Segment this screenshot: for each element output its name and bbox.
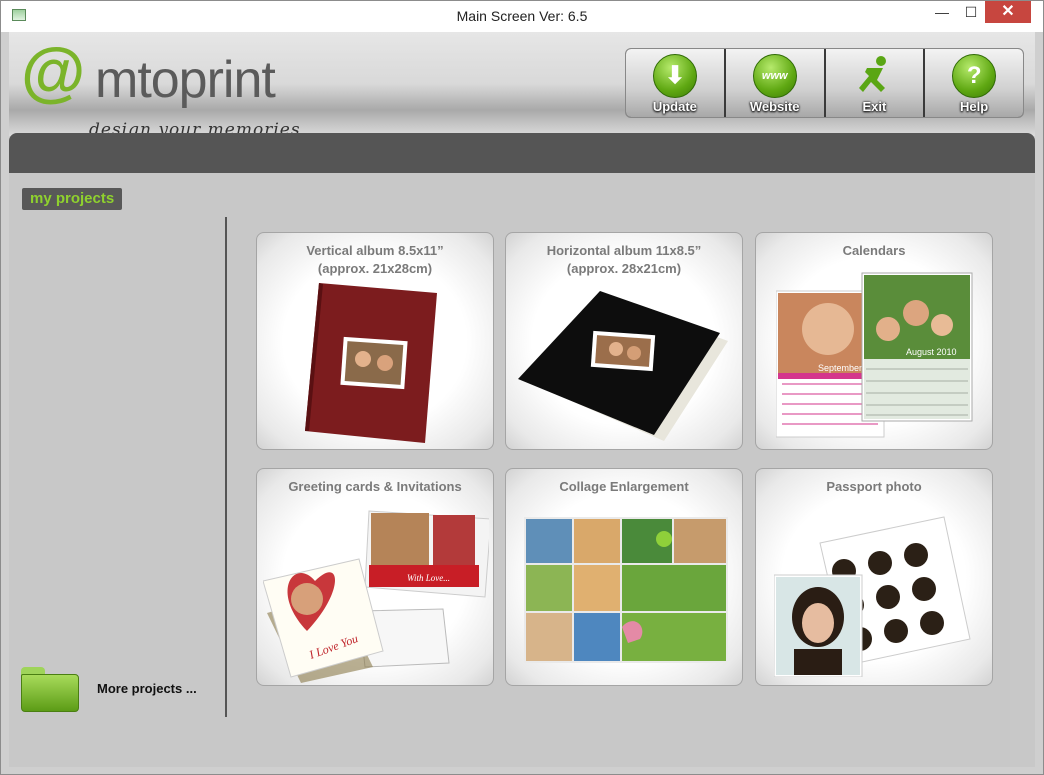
project-card-horizontal-album[interactable]: Horizontal album 11x8.5” (approx. 28x21c… xyxy=(505,232,743,450)
greeting-cards-image: With Love... I Love You xyxy=(263,510,489,683)
card-title: Horizontal album 11x8.5” (approx. 28x21c… xyxy=(546,243,702,276)
more-projects-label: More projects ... xyxy=(97,681,197,696)
project-card-passport-photo[interactable]: Passport photo xyxy=(755,468,993,686)
exit-button[interactable]: Exit xyxy=(825,49,926,117)
maximize-button[interactable]: ☐ xyxy=(956,1,986,23)
download-arrow-icon: ⬇ xyxy=(653,54,697,98)
window-title: Main Screen Ver: 6.5 xyxy=(456,8,588,24)
main-panel: my projects More projects ... Vertical a… xyxy=(9,173,1035,767)
more-projects-button[interactable]: More projects ... xyxy=(21,667,221,715)
brand-logo: @ mtoprint design your memories xyxy=(21,38,321,140)
folder-icon xyxy=(21,667,79,713)
minimize-button[interactable]: — xyxy=(927,1,957,23)
card-title: Calendars xyxy=(842,243,906,258)
main-toolbar: ⬇ Update www Website Exit ? Help xyxy=(625,48,1024,118)
question-mark-icon: ? xyxy=(952,54,997,98)
card-title: Passport photo xyxy=(826,479,922,494)
close-button[interactable]: ✕ xyxy=(985,1,1031,23)
calendar2-month: August 2010 xyxy=(906,347,957,357)
app-window: Main Screen Ver: 6.5 — ☐ ✕ @ mtoprint de… xyxy=(0,0,1044,775)
website-label: Website xyxy=(749,99,800,114)
title-bar: Main Screen Ver: 6.5 — ☐ ✕ xyxy=(1,1,1043,32)
project-card-greeting-cards[interactable]: Greeting cards & Invitations With Love..… xyxy=(256,468,494,686)
vertical-album-image xyxy=(305,283,437,443)
sidebar-divider xyxy=(225,217,227,717)
calendars-image: September August 2010 xyxy=(776,272,973,438)
calendar1-month: September xyxy=(818,363,862,373)
project-card-collage[interactable]: Collage Enlargement xyxy=(505,468,743,686)
header-dark-bar xyxy=(9,133,1035,173)
update-label: Update xyxy=(652,99,697,114)
globe-www-icon: www xyxy=(752,54,797,98)
update-button[interactable]: ⬇ Update xyxy=(626,49,726,117)
exit-label: Exit xyxy=(862,99,887,114)
logo-at: @ xyxy=(21,34,86,108)
card-title: Greeting cards & Invitations xyxy=(288,479,462,494)
logo-word: mtoprint xyxy=(95,51,276,109)
card-title: Vertical album 8.5x11” (approx. 21x28cm) xyxy=(306,243,444,276)
my-projects-label[interactable]: my projects xyxy=(22,188,123,210)
running-man-icon xyxy=(858,56,886,92)
greeting-card-text: With Love... xyxy=(407,573,450,583)
collage-image xyxy=(524,517,728,663)
horizontal-album-image xyxy=(518,291,728,441)
help-label: Help xyxy=(960,99,989,114)
project-card-calendars[interactable]: Calendars September August 2010 xyxy=(755,232,993,450)
card-title: Collage Enlargement xyxy=(559,479,689,494)
header: @ mtoprint design your memories ⬇ Update… xyxy=(9,32,1035,140)
help-button[interactable]: ? Help xyxy=(925,49,1023,117)
project-card-vertical-album[interactable]: Vertical album 8.5x11” (approx. 21x28cm) xyxy=(256,232,494,450)
website-button[interactable]: www Website xyxy=(725,49,826,117)
passport-photo-image xyxy=(774,516,971,677)
